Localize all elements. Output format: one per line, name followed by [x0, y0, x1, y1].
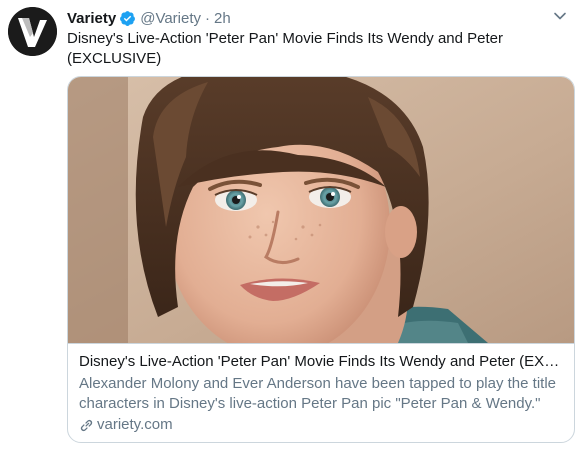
card-image[interactable] — [68, 77, 574, 343]
tweet[interactable]: Variety @Variety · 2h Disney's Live-Acti… — [0, 0, 580, 453]
card-domain-text[interactable]: variety.com — [97, 415, 173, 435]
link-icon — [79, 418, 94, 433]
tweet-header: Variety @Variety · 2h — [67, 8, 231, 28]
portrait-image — [68, 77, 574, 343]
variety-logo-icon — [8, 7, 57, 56]
chevron-down-icon[interactable] — [552, 9, 568, 23]
link-card[interactable]: Disney's Live-Action 'Peter Pan' Movie F… — [67, 76, 575, 443]
avatar[interactable] — [8, 7, 57, 56]
author-name[interactable]: Variety — [67, 10, 116, 27]
card-domain[interactable]: variety.com — [79, 415, 564, 435]
verified-badge-icon — [119, 10, 136, 27]
author-handle[interactable]: @Variety — [140, 10, 201, 27]
timestamp[interactable]: 2h — [214, 10, 231, 27]
card-info[interactable]: Disney's Live-Action 'Peter Pan' Movie F… — [68, 343, 574, 442]
separator-dot: · — [205, 9, 211, 27]
card-title[interactable]: Disney's Live-Action 'Peter Pan' Movie F… — [79, 352, 565, 372]
card-description: Alexander Molony and Ever Anderson have … — [79, 375, 556, 412]
tweet-text: Disney's Live-Action 'Peter Pan' Movie F… — [67, 30, 504, 67]
